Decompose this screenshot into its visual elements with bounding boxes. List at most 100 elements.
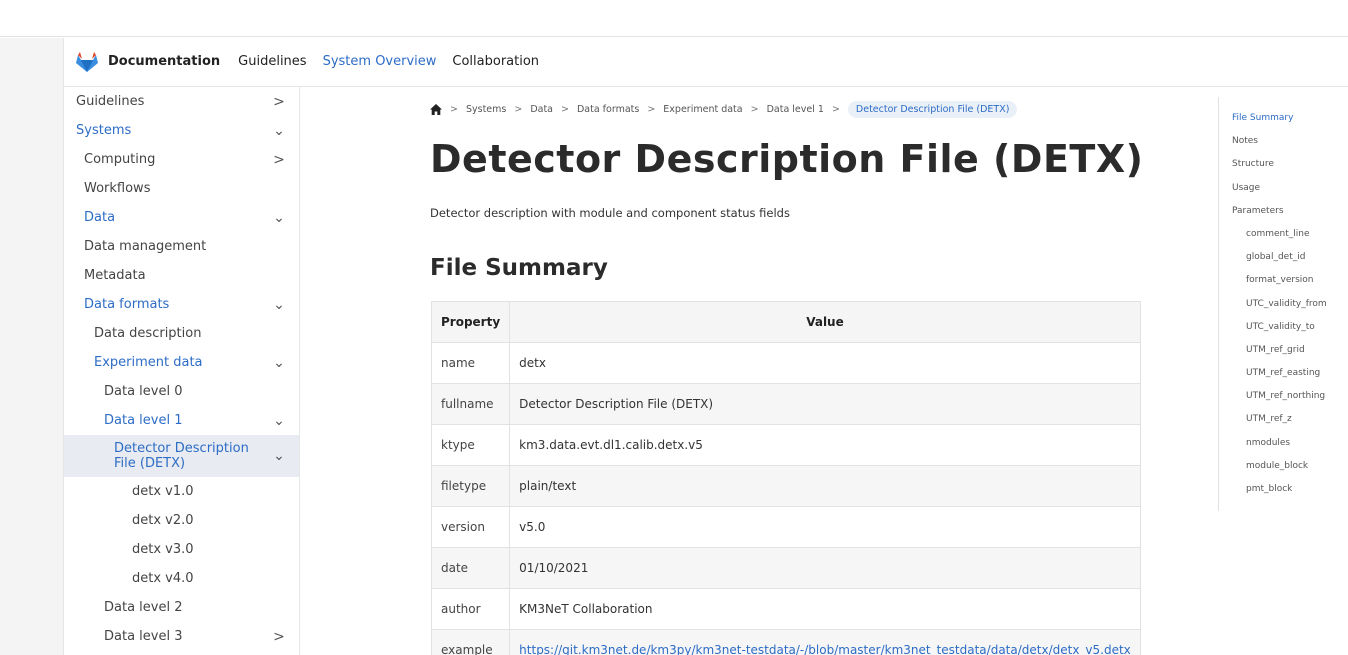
nav-link-system-overview[interactable]: System Overview (323, 54, 437, 69)
sidebar-item[interactable]: Data ⌄ (64, 203, 299, 232)
sidebar-item[interactable]: Data level 1 ⌄ (64, 406, 299, 435)
toc-item[interactable]: Parameters (1232, 204, 1348, 227)
toc-item[interactable]: module_block (1232, 459, 1348, 482)
sidebar-item[interactable]: Data level 0 (64, 377, 299, 406)
sidebar-item[interactable]: Data description (64, 319, 299, 348)
sidebar-item[interactable]: Data management (64, 232, 299, 261)
sidebar-item-label: Data management (84, 239, 207, 254)
sidebar-item[interactable]: Systems ⌄ (64, 116, 299, 145)
chevron-down-icon[interactable]: ⌄ (271, 355, 287, 371)
cell-property: fullname (430, 383, 511, 425)
toc-item[interactable]: UTC_validity_from (1232, 297, 1348, 320)
sidebar-item-label: detx v2.0 (132, 513, 194, 528)
toc-item[interactable]: UTM_ref_northing (1232, 389, 1348, 412)
chevron-right-icon[interactable]: > (271, 152, 287, 168)
sidebar-item[interactable]: Workflows (64, 174, 299, 203)
table-row: ktype km3.data.evt.dl1.calib.detx.v5 (430, 424, 1141, 466)
toc-item[interactable]: comment_line (1232, 227, 1348, 250)
sidebar-item-label: Data formats (84, 297, 170, 312)
cell-property: filetype (430, 465, 511, 507)
toc-item[interactable]: format_version (1232, 273, 1348, 296)
sidebar-item[interactable]: detx v1.0 (64, 477, 299, 506)
column-header-property: Property (430, 301, 511, 343)
table-row: filetype plain/text (430, 465, 1141, 507)
table-row: date 01/10/2021 (430, 547, 1141, 589)
toc-item[interactable]: UTM_ref_easting (1232, 366, 1348, 389)
sidebar-item-label: Experiment data (94, 355, 203, 370)
toc-item[interactable]: pmt_block (1232, 482, 1348, 505)
toc-item[interactable]: UTM_ref_z (1232, 412, 1348, 435)
sidebar-item[interactable]: Data level 3 > (64, 622, 299, 651)
breadcrumb-current: Detector Description File (DETX) (847, 101, 1018, 118)
sidebar-item[interactable]: Computing > (64, 145, 299, 174)
nav-link-collaboration[interactable]: Collaboration (452, 54, 539, 69)
chevron-down-icon[interactable]: ⌄ (271, 297, 287, 313)
breadcrumb-separator-icon: > (750, 104, 759, 115)
sidebar-item-label: detx v1.0 (132, 484, 194, 499)
cell-property: example (430, 629, 511, 655)
sidebar-item-label: Data level 2 (104, 600, 183, 615)
toc-item[interactable]: File Summary (1232, 111, 1348, 134)
sidebar-item-label: Data level 0 (104, 384, 183, 399)
breadcrumb-separator-icon: > (561, 104, 569, 115)
cell-property: ktype (430, 424, 511, 466)
cell-value: Detector Description File (DETX) (509, 383, 1141, 425)
toc-item[interactable]: global_det_id (1232, 250, 1348, 273)
breadcrumb-link[interactable]: Data formats (577, 104, 639, 115)
toc-item[interactable]: Usage (1232, 181, 1348, 204)
left-gutter (0, 38, 64, 655)
nav-brand[interactable]: Documentation (108, 54, 220, 69)
cell-property: name (430, 342, 511, 384)
chevron-right-icon[interactable]: > (271, 94, 287, 110)
cell-value: detx (509, 342, 1141, 384)
column-header-value: Value (509, 301, 1141, 343)
toc-item[interactable]: Structure (1232, 157, 1348, 180)
toc-item[interactable]: nmodules (1232, 436, 1348, 459)
table-header-row: Property Value (430, 301, 1141, 343)
sidebar-item[interactable]: detx v2.0 (64, 506, 299, 535)
toc-item[interactable]: UTM_ref_grid (1232, 343, 1348, 366)
chevron-down-icon[interactable]: ⌄ (271, 448, 287, 464)
sidebar-item[interactable]: detx v4.0 (64, 564, 299, 593)
gitlab-logo-icon[interactable] (74, 49, 100, 75)
toc-item[interactable]: Notes (1232, 134, 1348, 157)
nav-link-guidelines[interactable]: Guidelines (238, 54, 306, 69)
sidebar-item[interactable]: detx v3.0 (64, 535, 299, 564)
cell-value: km3.data.evt.dl1.calib.detx.v5 (509, 424, 1141, 466)
sidebar-item-label: Data (84, 210, 116, 225)
chevron-down-icon[interactable]: ⌄ (271, 413, 287, 429)
chevron-down-icon[interactable]: ⌄ (271, 123, 287, 139)
toc-item[interactable]: UTC_validity_to (1232, 320, 1348, 343)
sidebar-item-label: Metadata (84, 268, 146, 283)
sidebar-item[interactable]: Detector Description File (DETX) ⌄ (64, 435, 299, 477)
sidebar-item-label: Detector Description File (DETX) (114, 441, 249, 471)
breadcrumb-link[interactable]: Systems (466, 104, 506, 115)
file-summary-table: Property Value name detx fullname Detector … (430, 301, 1141, 655)
cell-value: plain/text (509, 465, 1141, 507)
cell-value: 01/10/2021 (509, 547, 1141, 589)
breadcrumb-link[interactable]: Data (530, 104, 553, 115)
sidebar-item[interactable]: Data level 2 (64, 593, 299, 622)
chevron-down-icon[interactable]: ⌄ (271, 210, 287, 226)
breadcrumb: > Systems > Data > Data formats > Experiment da… (430, 101, 1018, 118)
sidebar-item-label: Workflows (84, 181, 151, 196)
chevron-right-icon[interactable]: > (271, 629, 287, 645)
table-row: version v5.0 (430, 506, 1141, 548)
sidebar-item-label: Systems (76, 123, 132, 138)
breadcrumb-link[interactable]: Experiment data (663, 104, 742, 115)
breadcrumb-separator-icon: > (450, 104, 458, 115)
example-link[interactable]: https://git.km3net.de/km3py/km3net-testd… (519, 643, 1131, 655)
page-subtitle: Detector description with module and com… (430, 206, 790, 220)
cell-value: KM3NeT Collaboration (509, 588, 1141, 630)
sidebar-item-label: Data level 1 (104, 413, 183, 428)
breadcrumb-link[interactable]: Data level 1 (767, 104, 824, 115)
home-icon[interactable] (430, 104, 442, 115)
sidebar-item[interactable]: Data formats ⌄ (64, 290, 299, 319)
sidebar-item[interactable]: Metadata (64, 261, 299, 290)
sidebar-item-label: detx v3.0 (132, 542, 194, 557)
sidebar-item-label: Computing (84, 152, 156, 167)
sidebar-item[interactable]: Guidelines > (64, 87, 299, 116)
sidebar-item-label: Guidelines (76, 94, 145, 109)
cell-value: v5.0 (509, 506, 1141, 548)
sidebar-item[interactable]: Experiment data ⌄ (64, 348, 299, 377)
